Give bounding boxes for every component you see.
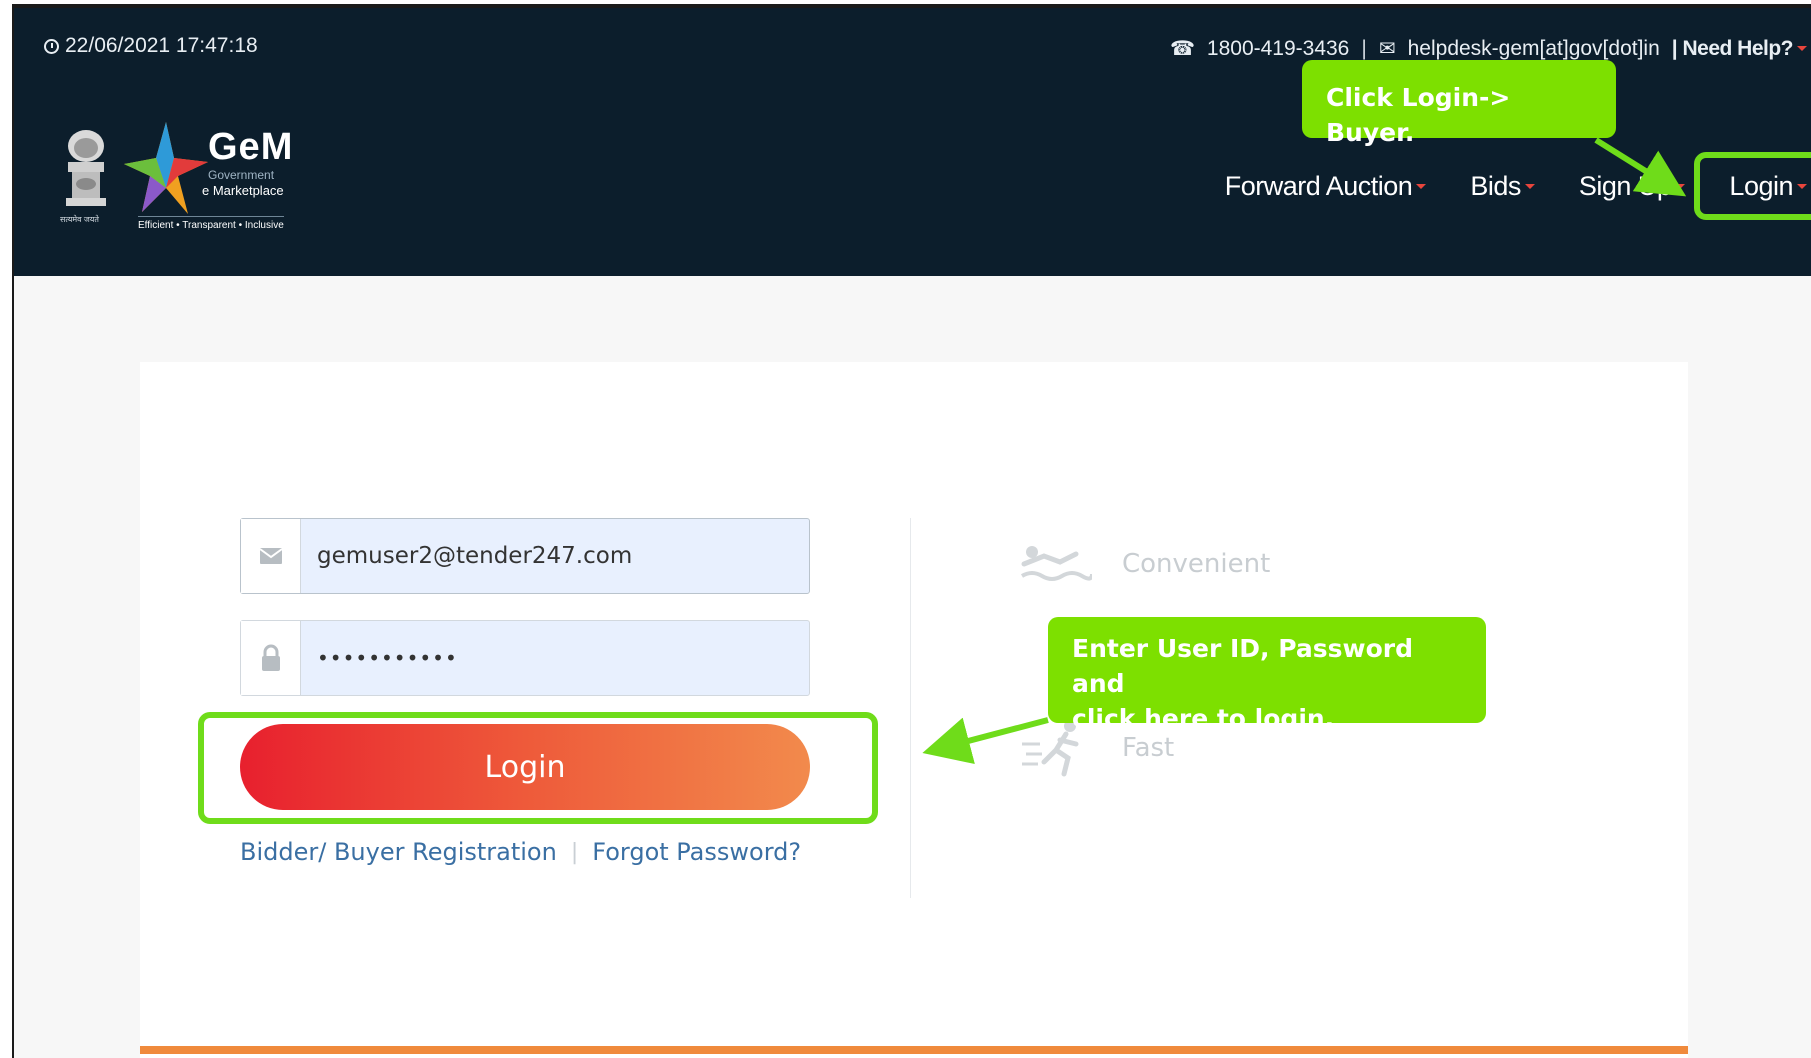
datetime-display: 22/06/2021 17:47:18	[44, 34, 258, 58]
chevron-down-icon	[1675, 184, 1686, 189]
envelope-icon: ✉	[1378, 38, 1396, 60]
gem-subtitle-government: Government	[208, 168, 275, 182]
helpdesk-email[interactable]: helpdesk-gem[at]gov[dot]in	[1408, 37, 1660, 61]
gem-tagline: Efficient • Transparent • Inclusive	[138, 216, 284, 231]
feature-fast-label: Fast	[1122, 733, 1175, 763]
nav-forward-auction[interactable]: Forward Auction	[1203, 171, 1449, 202]
need-help-menu[interactable]: | Need Help?	[1672, 37, 1807, 61]
phone-number[interactable]: 1800-419-3436	[1207, 37, 1349, 61]
password-input[interactable]	[301, 621, 809, 695]
contact-separator: |	[1361, 36, 1367, 60]
email-input[interactable]	[301, 519, 809, 593]
link-separator: |	[570, 839, 579, 865]
callout-login-buyer: Click Login-> Buyer.	[1302, 60, 1616, 147]
national-emblem-icon	[66, 130, 106, 206]
feature-convenient: Convenient	[1020, 542, 1270, 586]
nav-bids[interactable]: Bids	[1448, 171, 1557, 202]
clock-icon	[44, 38, 59, 54]
feature-convenient-label: Convenient	[1122, 549, 1271, 579]
chevron-down-icon	[1797, 46, 1807, 52]
callout-line-1: Enter User ID, Password and	[1072, 634, 1414, 698]
chevron-down-icon	[1524, 184, 1535, 189]
login-button-highlight	[198, 712, 878, 824]
password-field	[240, 620, 810, 696]
contact-bar: ☎ 1800-419-3436 | ✉ helpdesk-gem[at]gov[…	[1170, 36, 1807, 61]
envelope-icon	[241, 519, 301, 593]
login-links: Bidder/ Buyer Registration | Forgot Pass…	[240, 838, 801, 866]
chevron-down-icon	[1416, 184, 1427, 189]
nav-sign-up[interactable]: Sign Up	[1557, 171, 1708, 202]
callout-enter-credentials: Enter User ID, Password and click here t…	[1048, 617, 1486, 733]
card-bottom-border	[140, 1046, 1688, 1054]
registration-link[interactable]: Bidder/ Buyer Registration	[240, 838, 557, 866]
email-field	[240, 518, 810, 594]
gem-subtitle-marketplace: e Marketplace	[202, 183, 284, 198]
site-header: 22/06/2021 17:47:18 ☎ 1800-419-3436 | ✉ …	[14, 8, 1811, 276]
lock-icon	[241, 621, 301, 695]
forgot-password-link[interactable]: Forgot Password?	[592, 838, 801, 866]
swimmer-icon	[1020, 546, 1092, 581]
nav-bids-label: Bids	[1470, 171, 1521, 201]
vertical-divider	[910, 518, 911, 898]
callout-line-2: click here to login.	[1072, 704, 1335, 733]
login-nav-highlight	[1694, 152, 1811, 220]
need-help-label: | Need Help?	[1671, 36, 1794, 60]
nav-forward-auction-label: Forward Auction	[1224, 171, 1413, 201]
emblem-caption: सत्यमेव जयते	[60, 215, 99, 224]
phone-icon: ☎	[1169, 38, 1195, 60]
nav-sign-up-label: Sign Up	[1578, 171, 1672, 201]
datetime-text: 22/06/2021 17:47:18	[65, 34, 258, 57]
gem-title: GeM	[208, 126, 294, 168]
